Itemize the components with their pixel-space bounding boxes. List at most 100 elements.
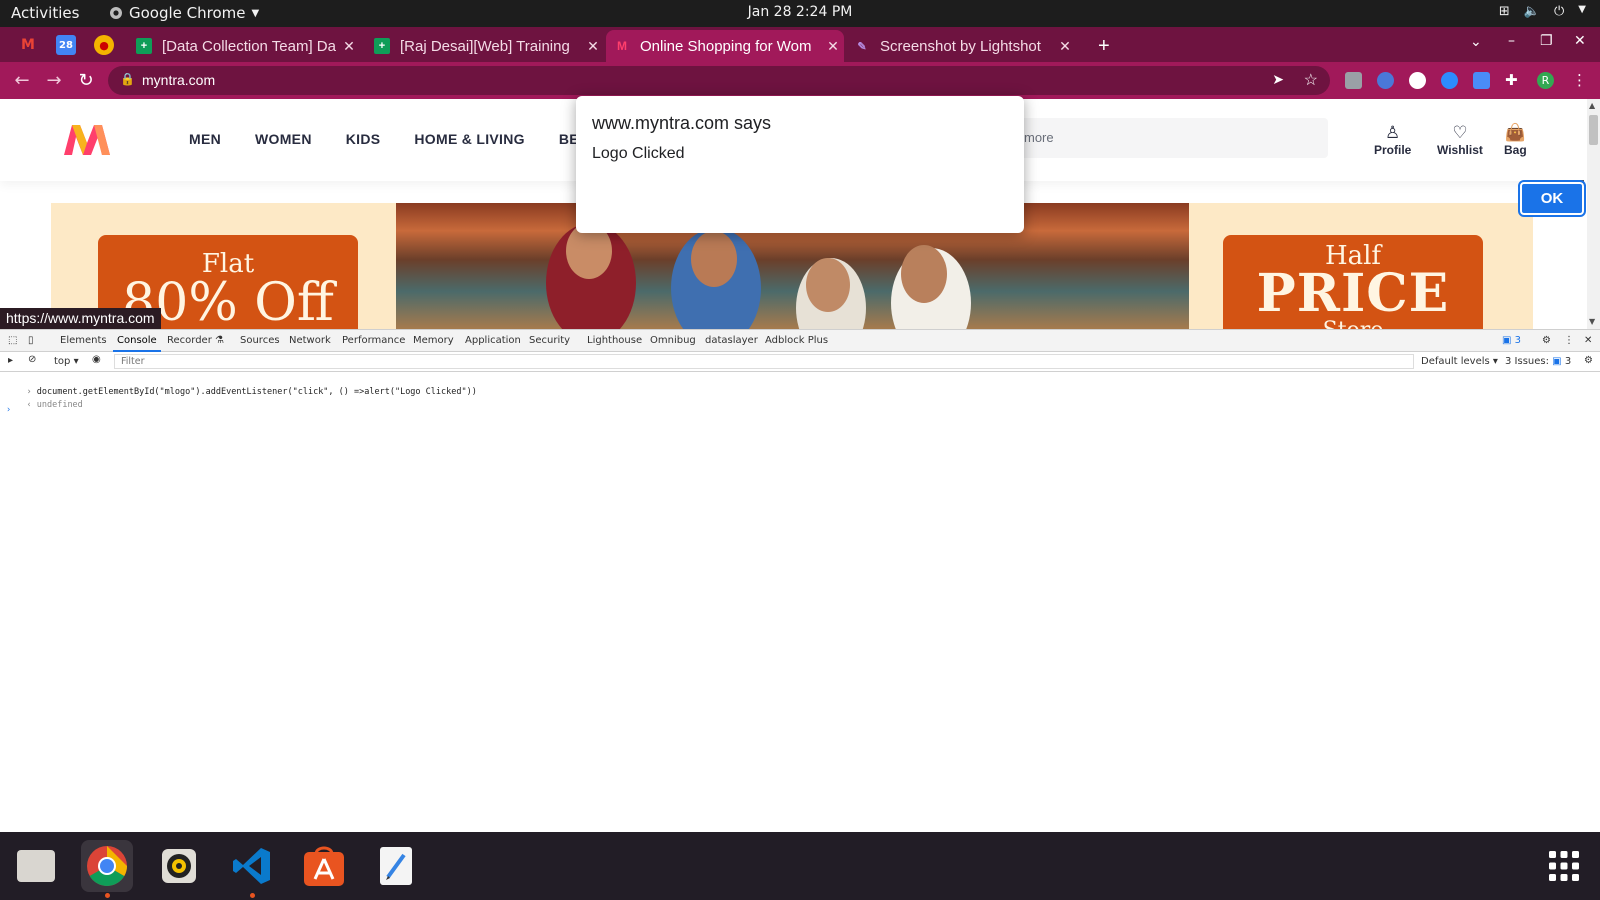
tab-memory[interactable]: Memory: [413, 335, 454, 346]
tab-network[interactable]: Network: [289, 335, 331, 346]
show-apps-button[interactable]: [1538, 840, 1590, 892]
chrome-app[interactable]: [81, 840, 133, 898]
close-window-icon[interactable]: ✕: [1574, 33, 1586, 49]
extension-d-icon[interactable]: [1409, 72, 1426, 89]
eye-icon[interactable]: ◉: [92, 354, 101, 365]
nav-men[interactable]: MEN: [189, 131, 221, 147]
pinned-tab-icon[interactable]: ●: [94, 35, 114, 55]
forward-icon[interactable]: →: [42, 69, 66, 93]
issues-button[interactable]: 3 Issues: ▣ 3: [1505, 356, 1571, 367]
devtools-panel: ⬚ ▯ Elements Console Recorder ⚗ Sources …: [0, 329, 1600, 832]
scroll-up-icon[interactable]: ▲: [1589, 101, 1595, 110]
tab-data-collection[interactable]: + [Data Collection Team] Da ✕: [128, 30, 360, 62]
tab-dataslayer[interactable]: dataslayer: [705, 335, 758, 346]
activities-button[interactable]: Activities: [11, 4, 79, 22]
puzzle-icon[interactable]: ✚: [1505, 72, 1522, 89]
inspect-icon[interactable]: ⬚: [8, 335, 17, 346]
page-scrollbar[interactable]: ▲ ▼: [1587, 99, 1600, 329]
default-levels-dropdown[interactable]: Default levels ▾: [1421, 356, 1498, 367]
console-filter-input[interactable]: Filter: [114, 354, 1414, 369]
wishlist-label: Wishlist: [1437, 143, 1483, 157]
address-bar[interactable]: 🔒 myntra.com ➤ ☆: [108, 66, 1330, 95]
reload-icon[interactable]: ↻: [74, 69, 98, 93]
vscode-app[interactable]: [226, 840, 278, 898]
status-bubble: https://www.myntra.com: [0, 308, 161, 330]
myntra-logo[interactable]: [62, 121, 112, 157]
avatar[interactable]: R: [1537, 72, 1554, 89]
gmail-icon[interactable]: M: [18, 35, 38, 55]
tab-security[interactable]: Security: [529, 335, 570, 346]
app-menu[interactable]: Google Chrome ▼: [109, 4, 259, 22]
ok-button[interactable]: OK: [1518, 180, 1586, 217]
url-text[interactable]: myntra.com: [142, 72, 215, 88]
files-app[interactable]: [10, 840, 62, 892]
tab-lighthouse[interactable]: Lighthouse: [587, 335, 642, 346]
device-toggle-icon[interactable]: ▯: [28, 335, 34, 346]
clear-console-icon[interactable]: ⊘: [28, 354, 36, 365]
profile-button[interactable]: ♙ Profile: [1374, 123, 1411, 157]
kebab-menu-icon[interactable]: ⋮: [1572, 72, 1589, 89]
software-center-app[interactable]: [298, 840, 350, 892]
scrollbar-thumb[interactable]: [1589, 115, 1598, 145]
close-icon[interactable]: ✕: [822, 38, 844, 55]
bookmark-star-icon[interactable]: ☆: [1304, 70, 1318, 90]
site-search-input[interactable]: more: [1000, 118, 1328, 158]
close-icon[interactable]: ✕: [338, 38, 360, 55]
tab-performance[interactable]: Performance: [342, 335, 405, 346]
bag-button[interactable]: 👜 Bag: [1504, 123, 1527, 157]
tab-application[interactable]: Application: [465, 335, 521, 346]
calendar-icon[interactable]: 28: [56, 35, 76, 55]
volume-icon[interactable]: 🔈: [1524, 4, 1540, 19]
face-4: [901, 245, 947, 303]
tab-omnibug[interactable]: Omnibug: [650, 335, 696, 346]
lock-icon[interactable]: 🔒: [120, 72, 135, 86]
result-arrow-icon: ‹: [26, 400, 37, 410]
console-command: document.getElementById("mlogo").addEven…: [36, 387, 477, 397]
tab-search-icon[interactable]: ⌄: [1470, 34, 1482, 50]
system-tray[interactable]: ⊞ 🔈 ⏻ ▼: [1499, 4, 1586, 19]
extension-blue-icon[interactable]: [1473, 72, 1490, 89]
network-icon[interactable]: ⊞: [1499, 4, 1510, 19]
tab-sources[interactable]: Sources: [240, 335, 280, 346]
restore-icon[interactable]: ❐: [1540, 33, 1553, 49]
scroll-down-icon[interactable]: ▼: [1589, 317, 1595, 326]
context-selector[interactable]: top ▾: [54, 356, 79, 367]
wishlist-button[interactable]: ♡ Wishlist: [1437, 123, 1483, 157]
console-settings-icon[interactable]: ⚙: [1584, 355, 1593, 366]
sidebar-toggle-icon[interactable]: ▸: [8, 355, 13, 366]
tab-elements[interactable]: Elements: [60, 335, 107, 346]
tab-adblock-plus[interactable]: Adblock Plus: [765, 335, 828, 346]
devtools-tab-bar: ⬚ ▯ Elements Console Recorder ⚗ Sources …: [0, 330, 1600, 352]
tab-console[interactable]: Console: [113, 335, 161, 352]
chevron-down-icon[interactable]: ▼: [1578, 4, 1586, 19]
console-prompt[interactable]: ›: [6, 405, 11, 415]
nav-women[interactable]: WOMEN: [255, 131, 312, 147]
bag-label: Bag: [1504, 143, 1527, 157]
close-devtools-icon[interactable]: ✕: [1584, 335, 1592, 346]
rhythmbox-app[interactable]: [153, 840, 205, 892]
settings-icon[interactable]: ⚙: [1542, 335, 1551, 346]
nav-kids[interactable]: KIDS: [346, 131, 381, 147]
extension-icon[interactable]: [1377, 72, 1394, 89]
close-icon[interactable]: ✕: [582, 38, 604, 55]
nav-home-living[interactable]: HOME & LIVING: [414, 131, 524, 147]
back-icon[interactable]: ←: [10, 69, 34, 93]
power-icon[interactable]: ⏻: [1554, 4, 1564, 19]
close-icon[interactable]: ✕: [1054, 38, 1076, 55]
tab-training[interactable]: + [Raj Desai][Web] Training ✕: [366, 30, 604, 62]
text-editor-app[interactable]: [370, 840, 422, 892]
send-icon[interactable]: ➤: [1272, 71, 1284, 88]
extension-devtools-icon[interactable]: [1345, 72, 1362, 89]
sheets-icon: +: [374, 38, 390, 54]
dialog-message: Logo Clicked: [592, 145, 685, 162]
tab-lightshot[interactable]: ✎ Screenshot by Lightshot ✕: [846, 30, 1076, 62]
new-tab-button[interactable]: +: [1092, 30, 1124, 62]
extension-dot-icon[interactable]: [1441, 72, 1458, 89]
kebab-menu-icon[interactable]: ⋮: [1564, 335, 1574, 346]
message-badge[interactable]: ▣ 3: [1502, 335, 1521, 346]
promo-half-price[interactable]: Half PRICE Store: [1223, 235, 1483, 329]
tab-myntra[interactable]: M Online Shopping for Wom ✕: [606, 30, 844, 62]
heart-icon: ♡: [1452, 123, 1468, 142]
tab-recorder[interactable]: Recorder ⚗: [167, 335, 224, 346]
minimize-icon[interactable]: –: [1508, 33, 1515, 49]
